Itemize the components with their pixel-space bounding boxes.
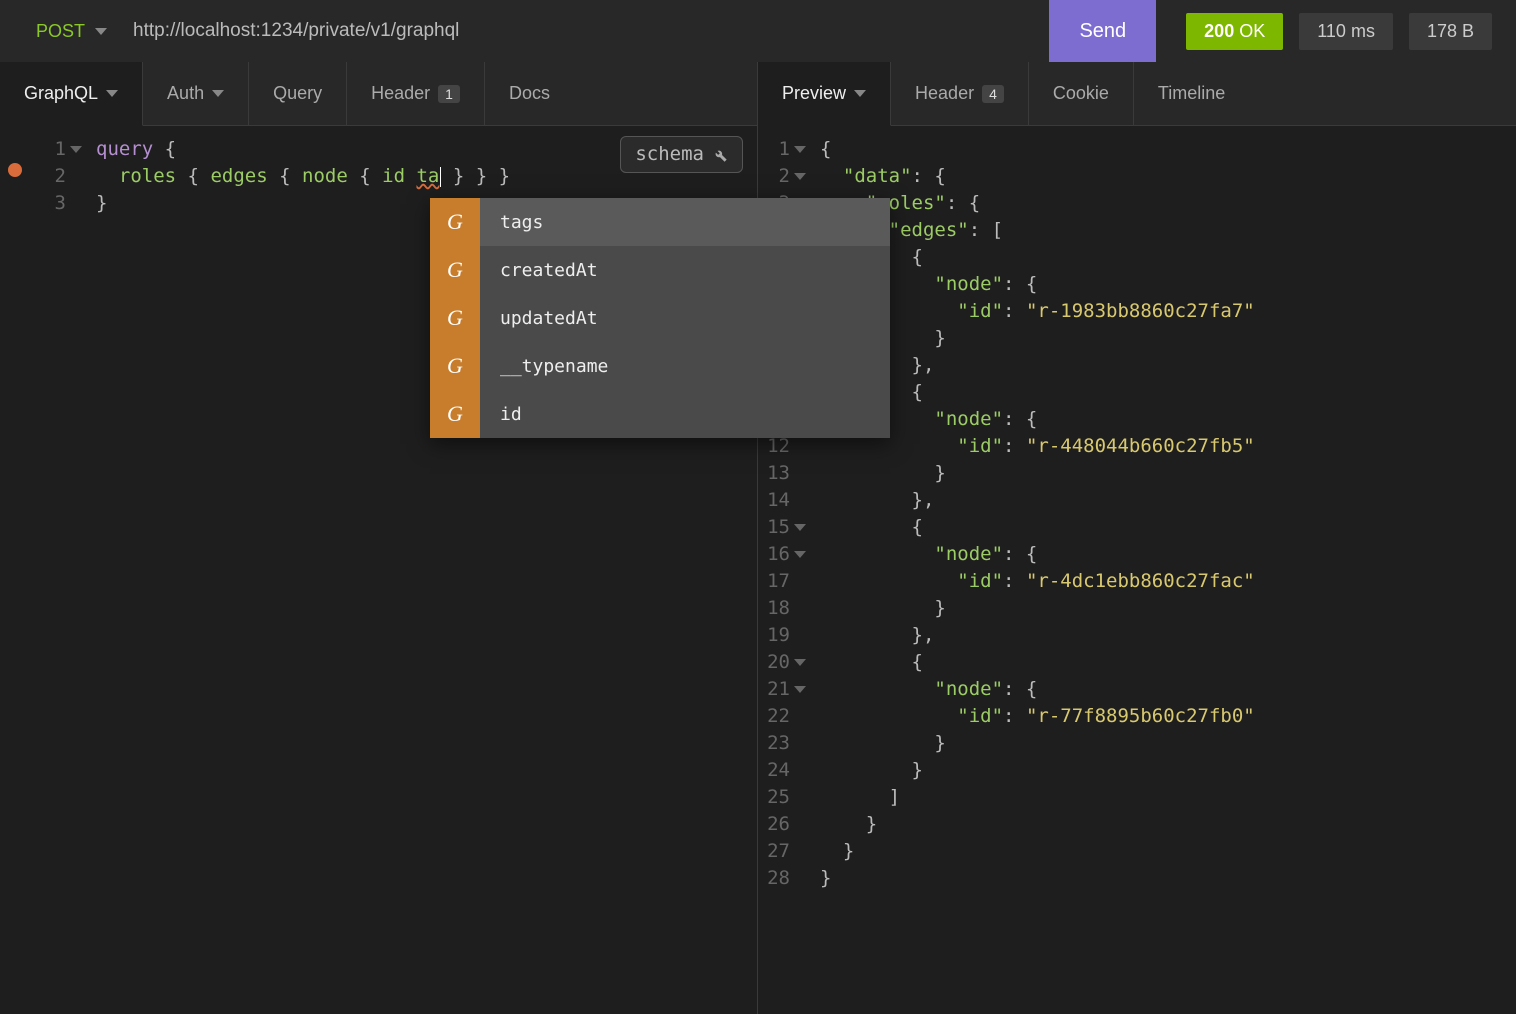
tab-header-response[interactable]: Header 4 (891, 62, 1029, 125)
chevron-down-icon (106, 90, 118, 97)
response-tabs: Preview Header 4 Cookie Timeline (758, 62, 1516, 126)
graphql-type-icon: G (430, 246, 480, 294)
header-badge: 1 (438, 85, 460, 103)
autocomplete-item[interactable]: Gtags (430, 198, 890, 246)
http-method-select[interactable]: POST (0, 0, 129, 62)
autocomplete-label: __typename (480, 356, 608, 377)
response-size: 178 B (1409, 13, 1492, 50)
tab-label: Docs (509, 83, 550, 104)
schema-button[interactable]: schema (620, 136, 743, 173)
url-text: http://localhost:1234/private/v1/graphql (133, 20, 459, 42)
breakpoint-icon[interactable] (8, 163, 22, 177)
send-label: Send (1079, 20, 1126, 43)
graphql-type-icon: G (430, 342, 480, 390)
tab-preview[interactable]: Preview (758, 62, 891, 126)
status-text: OK (1239, 21, 1265, 41)
http-method-label: POST (36, 21, 85, 42)
schema-label: schema (635, 141, 704, 168)
chevron-down-icon (212, 90, 224, 97)
autocomplete-label: tags (480, 212, 543, 233)
response-meta: 200 OK 110 ms 178 B (1156, 0, 1516, 62)
graphql-type-icon: G (430, 198, 480, 246)
autocomplete-item[interactable]: GcreatedAt (430, 246, 890, 294)
tab-label: Auth (167, 83, 204, 104)
graphql-type-icon: G (430, 294, 480, 342)
tab-label: Preview (782, 83, 846, 104)
url-input[interactable]: http://localhost:1234/private/v1/graphql (129, 0, 1049, 62)
status-code: 200 (1204, 21, 1234, 41)
tab-graphql[interactable]: GraphQL (0, 62, 143, 126)
tab-query[interactable]: Query (249, 62, 347, 125)
tab-label: Query (273, 83, 322, 104)
tab-auth[interactable]: Auth (143, 62, 249, 125)
status-badge: 200 OK (1186, 13, 1283, 50)
tab-header[interactable]: Header 1 (347, 62, 485, 125)
header-badge: 4 (982, 85, 1004, 103)
chevron-down-icon (854, 90, 866, 97)
autocomplete-item[interactable]: GupdatedAt (430, 294, 890, 342)
autocomplete-label: id (480, 404, 522, 425)
tab-docs[interactable]: Docs (485, 62, 574, 125)
autocomplete-item[interactable]: Gid (430, 390, 890, 438)
autocomplete-item[interactable]: G__typename (430, 342, 890, 390)
response-time: 110 ms (1299, 13, 1393, 50)
tab-label: Cookie (1053, 83, 1109, 104)
graphql-type-icon: G (430, 390, 480, 438)
tab-label: Header (371, 83, 430, 104)
request-bar: POST http://localhost:1234/private/v1/gr… (0, 0, 1516, 62)
tab-cookie[interactable]: Cookie (1029, 62, 1134, 125)
chevron-down-icon (95, 28, 107, 35)
autocomplete-label: createdAt (480, 260, 598, 281)
tab-timeline[interactable]: Timeline (1134, 62, 1249, 125)
wrench-icon (712, 147, 728, 163)
autocomplete-popup: GtagsGcreatedAtGupdatedAtG__typenameGid (430, 198, 890, 438)
tab-label: Header (915, 83, 974, 104)
send-button[interactable]: Send (1049, 0, 1156, 62)
tab-label: Timeline (1158, 83, 1225, 104)
tab-label: GraphQL (24, 83, 98, 104)
autocomplete-label: updatedAt (480, 308, 598, 329)
request-tabs: GraphQL Auth Query Header 1 Docs (0, 62, 757, 126)
